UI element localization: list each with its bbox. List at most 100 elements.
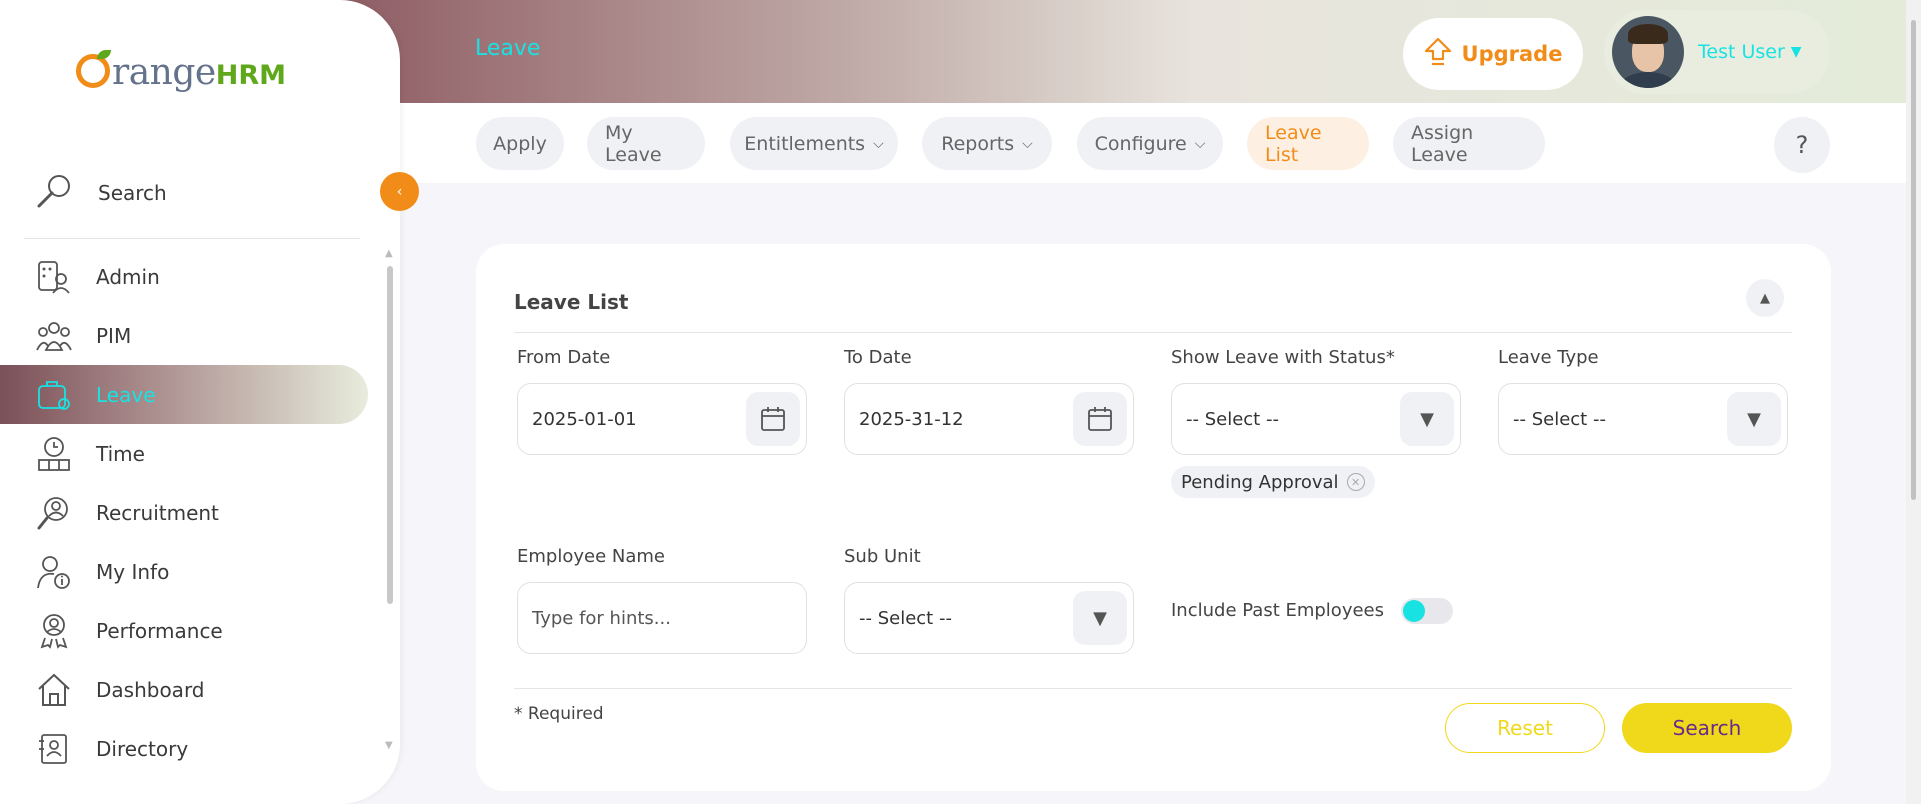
search-button[interactable]: Search — [1622, 703, 1792, 753]
avatar — [1612, 16, 1684, 88]
calendar-icon[interactable] — [1073, 392, 1127, 446]
sidebar-search[interactable]: Search — [36, 172, 167, 214]
caret-down-icon[interactable]: ▼ — [1727, 392, 1781, 446]
sidebar-item-label: Directory — [96, 736, 189, 761]
dashboard-icon — [36, 672, 72, 708]
page-scrollbar-thumb[interactable] — [1911, 20, 1916, 500]
employee-name-label: Employee Name — [517, 546, 665, 567]
sidebar-item-label: My Info — [96, 559, 170, 584]
sidebar: range HRM Search Admin PIM Leave Time Rec… — [0, 0, 400, 804]
tab-reports[interactable]: Reports ⌵ — [922, 117, 1052, 170]
leave-type-select-value: -- Select -- — [1513, 408, 1606, 430]
from-date-value: 2025-01-01 — [532, 408, 637, 430]
calendar-icon[interactable] — [746, 392, 800, 446]
help-button[interactable]: ? — [1774, 117, 1830, 173]
scroll-down-arrow[interactable]: ▼ — [385, 740, 393, 751]
upgrade-icon — [1424, 37, 1452, 71]
sidebar-item-label: Admin — [96, 264, 160, 289]
sidebar-item-pim[interactable]: PIM — [0, 306, 370, 365]
upgrade-label: Upgrade — [1461, 42, 1563, 66]
sidebar-item-label: Performance — [96, 618, 223, 643]
tab-apply[interactable]: Apply — [476, 117, 564, 170]
recruitment-icon — [36, 495, 72, 531]
sidebar-item-admin[interactable]: Admin — [0, 247, 370, 306]
my-info-icon — [36, 554, 72, 590]
required-note: * Required — [514, 704, 604, 724]
sidebar-collapse-button[interactable]: ‹ — [380, 172, 419, 211]
tab-my-leave[interactable]: My Leave — [587, 117, 705, 170]
chevron-left-icon: ‹ — [396, 183, 403, 200]
from-date-input[interactable]: 2025-01-01 — [517, 383, 807, 455]
collapse-filter-button[interactable]: ▲ — [1746, 279, 1784, 317]
tab-assign-leave[interactable]: Assign Leave — [1393, 117, 1545, 170]
sidebar-item-recruitment[interactable]: Recruitment — [0, 483, 370, 542]
performance-icon — [36, 613, 72, 649]
time-icon — [36, 436, 72, 472]
employee-name-placeholder: Type for hints... — [532, 607, 671, 629]
user-dropdown[interactable]: Test User ▼ — [1604, 10, 1830, 94]
chevron-down-icon: ⌵ — [1194, 135, 1206, 152]
reset-button[interactable]: Reset — [1445, 703, 1605, 753]
leave-icon — [36, 377, 72, 413]
to-date-input[interactable]: 2025-31-12 — [844, 383, 1134, 455]
status-select[interactable]: -- Select -- ▼ — [1171, 383, 1461, 455]
sidebar-item-label: Dashboard — [96, 677, 205, 702]
status-label: Show Leave with Status* — [1171, 347, 1395, 368]
question-mark-icon: ? — [1795, 131, 1809, 159]
page-scrollbar[interactable] — [1906, 0, 1921, 804]
sidebar-item-dashboard[interactable]: Dashboard — [0, 660, 370, 719]
page-title: Leave — [475, 36, 541, 61]
tab-label: Reports — [941, 132, 1015, 155]
tab-configure[interactable]: Configure ⌵ — [1077, 117, 1223, 170]
tab-label: Apply — [493, 132, 547, 155]
sidebar-item-leave[interactable]: Leave — [0, 365, 368, 424]
leave-list-filter-card: Leave List ▲ From Date 2025-01-01 To Dat… — [476, 244, 1831, 791]
tab-label: Leave List — [1265, 121, 1322, 166]
include-past-employees-label: Include Past Employees — [1171, 600, 1385, 621]
admin-icon — [36, 259, 72, 295]
sidebar-item-performance[interactable]: Performance — [0, 601, 370, 660]
sidebar-scrollbar[interactable] — [387, 266, 393, 604]
user-name: Test User — [1698, 41, 1785, 63]
leave-type-label: Leave Type — [1498, 347, 1599, 368]
orangehrm-logo[interactable]: range HRM — [76, 50, 286, 93]
tab-entitlements[interactable]: Entitlements ⌵ — [730, 117, 898, 170]
tab-label: Assign Leave — [1411, 121, 1474, 166]
employee-name-input[interactable]: Type for hints... — [517, 582, 807, 654]
caret-down-icon: ▼ — [1790, 44, 1802, 60]
from-date-label: From Date — [517, 347, 611, 368]
sidebar-item-label: Recruitment — [96, 500, 219, 525]
sidebar-item-label: Time — [96, 441, 145, 466]
tab-leave-list[interactable]: Leave List — [1247, 117, 1369, 170]
tab-label: Configure — [1094, 132, 1187, 155]
sidebar-item-label: Leave — [96, 382, 156, 407]
caret-down-icon[interactable]: ▼ — [1073, 591, 1127, 645]
leave-type-select[interactable]: -- Select -- ▼ — [1498, 383, 1788, 455]
chevron-down-icon: ⌵ — [873, 135, 884, 152]
remove-chip-icon[interactable]: ✕ — [1346, 473, 1365, 491]
sidebar-search-label: Search — [98, 181, 167, 205]
sidebar-item-time[interactable]: Time — [0, 424, 370, 483]
status-chip-pending-approval: Pending Approval ✕ — [1171, 466, 1375, 498]
search-icon — [36, 172, 74, 214]
sidebar-item-directory[interactable]: Directory — [0, 719, 370, 778]
sidebar-item-my-info[interactable]: My Info — [0, 542, 370, 601]
sub-unit-select-value: -- Select -- — [859, 607, 952, 629]
tab-label: Entitlements — [744, 132, 866, 155]
sub-unit-label: Sub Unit — [844, 546, 921, 567]
caret-down-icon[interactable]: ▼ — [1400, 392, 1454, 446]
sidebar-divider — [24, 238, 360, 239]
upgrade-button[interactable]: Upgrade — [1403, 18, 1583, 90]
chip-label: Pending Approval — [1181, 471, 1339, 493]
divider — [514, 688, 1792, 689]
logo-suffix: HRM — [215, 60, 286, 91]
divider — [514, 332, 1792, 333]
toggle-knob — [1403, 600, 1425, 622]
include-past-employees-toggle[interactable] — [1401, 598, 1453, 624]
to-date-value: 2025-31-12 — [859, 408, 964, 430]
sub-unit-select[interactable]: -- Select -- ▼ — [844, 582, 1134, 654]
to-date-label: To Date — [844, 347, 912, 368]
sidebar-menu: Admin PIM Leave Time Recruitment My Info… — [0, 247, 370, 778]
chevron-down-icon: ⌵ — [1022, 135, 1033, 152]
scroll-up-arrow[interactable]: ▲ — [385, 248, 393, 259]
